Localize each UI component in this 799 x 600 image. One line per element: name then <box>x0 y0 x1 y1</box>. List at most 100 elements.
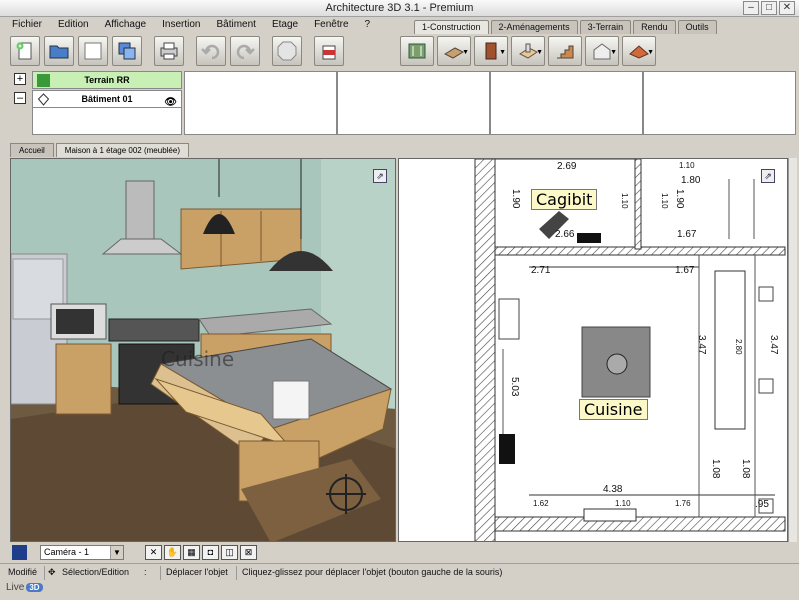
dimension-label: 2.66 <box>555 229 575 240</box>
window-title: Architecture 3D 3.1 - Premium <box>325 2 474 14</box>
building-icon <box>37 93 50 106</box>
collapse-batiment-button[interactable]: – <box>14 92 26 104</box>
wall-select-icon <box>408 43 426 59</box>
select-tool-button[interactable] <box>400 36 434 66</box>
tab-accueil[interactable]: Accueil <box>10 143 54 157</box>
status-bar: Modifié ✥ Sélection/Edition : Déplacer l… <box>0 563 799 581</box>
batiment-label: Bâtiment 01 <box>81 94 133 104</box>
split-view-button[interactable]: ◫ <box>221 545 238 560</box>
close-button[interactable]: ✕ <box>779 1 795 15</box>
room-label-cuisine[interactable]: Cuisine <box>579 399 648 420</box>
mode-tabs: 1-Construction 2-Aménagements 3-Terrain … <box>414 20 719 34</box>
menu-insertion[interactable]: Insertion <box>162 17 200 33</box>
grid-view-button[interactable]: ▦ <box>183 545 200 560</box>
dimension-label: 3.47 <box>768 335 779 355</box>
new-project-button[interactable] <box>10 36 40 66</box>
menu-bar: Fichier Edition Affichage Insertion Bâti… <box>0 17 400 33</box>
new-document-icon <box>16 42 32 60</box>
dropdown-arrow-icon: ▼ <box>462 49 469 56</box>
dropdown-arrow-icon: ▼ <box>499 49 506 56</box>
tab-amenagements[interactable]: 2-Aménagements <box>490 20 578 34</box>
paint-button[interactable] <box>314 36 344 66</box>
dimension-label: 1.90 <box>674 189 685 209</box>
level-name-batiment[interactable]: Bâtiment 01 👁 <box>32 90 182 108</box>
logo-text: Live <box>6 582 25 593</box>
menu-fichier[interactable]: Fichier <box>12 17 42 33</box>
door-tool-button[interactable]: ▼ <box>474 36 508 66</box>
room-tool-button[interactable]: ▼ <box>585 36 619 66</box>
window-tool-button[interactable]: ▼ <box>511 36 545 66</box>
menu-etage[interactable]: Etage <box>272 17 298 33</box>
status-colon: : <box>144 567 147 577</box>
dimension-label: 1.90 <box>510 189 521 209</box>
maximize-3d-view-button[interactable]: ⇗ <box>373 169 387 183</box>
dimension-label: 3.47 <box>696 335 707 355</box>
open-button[interactable] <box>44 36 74 66</box>
minimize-button[interactable]: – <box>743 1 759 15</box>
title-bar: Architecture 3D 3.1 - Premium – □ ✕ <box>0 0 799 17</box>
menu-edition[interactable]: Edition <box>58 17 89 33</box>
room-label-cagibit[interactable]: Cagibit <box>531 189 598 210</box>
tab-rendu[interactable]: Rendu <box>633 20 676 34</box>
dropdown-arrow-icon: ▼ <box>536 49 543 56</box>
menu-fenetre[interactable]: Fenêtre <box>314 17 348 33</box>
fullscreen-view-button[interactable]: ⊠ <box>240 545 257 560</box>
tab-project[interactable]: Maison à 1 étage 002 (meublée) <box>55 143 189 157</box>
tab-terrain[interactable]: 3-Terrain <box>579 20 632 34</box>
status-separator <box>160 566 161 580</box>
menu-affichage[interactable]: Affichage <box>105 17 147 33</box>
print-button[interactable] <box>154 36 184 66</box>
level-cell <box>184 71 337 135</box>
redo-button[interactable] <box>230 36 260 66</box>
stairs-tool-button[interactable] <box>548 36 582 66</box>
folder-icon <box>49 45 69 59</box>
level-row-batiment[interactable]: – Bâtiment 01 👁 <box>14 90 184 108</box>
wall-tool-button[interactable]: ▼ <box>437 36 471 66</box>
level-row-terrain[interactable]: + Terrain RR <box>14 71 184 89</box>
dimension-label: 1.10 <box>620 193 629 209</box>
status-separator <box>236 566 237 580</box>
dimension-label: 1.67 <box>677 229 697 240</box>
save-button[interactable] <box>78 36 108 66</box>
dimension-label: 1.10 <box>660 193 669 209</box>
dimension-label: 2.80 <box>734 339 743 355</box>
undo-button[interactable] <box>196 36 226 66</box>
stairs-icon <box>557 45 574 59</box>
status-hint: Cliquez-glissez pour déplacer l'objet (b… <box>242 567 503 577</box>
menu-help[interactable]: ? <box>365 17 371 33</box>
maximize-button[interactable]: □ <box>761 1 777 15</box>
save-as-button[interactable] <box>112 36 142 66</box>
dimension-label: 1.08 <box>710 459 721 479</box>
live-3d-logo: Live 3D <box>6 582 43 593</box>
grid-icon[interactable] <box>12 545 27 560</box>
level-grid <box>184 71 796 135</box>
paint-bucket-icon <box>322 45 336 60</box>
dimension-label: 1.10 <box>615 499 631 508</box>
plan-view[interactable]: Cagibit Cuisine 2.69 1.10 1.80 1.90 1.10… <box>398 158 788 542</box>
level-name-terrain[interactable]: Terrain RR <box>32 71 182 89</box>
floor-plan-drawing <box>474 159 786 541</box>
undo-icon <box>201 44 220 60</box>
delete-view-button[interactable]: ✕ <box>145 545 162 560</box>
dimension-label: 1.76 <box>675 499 691 508</box>
dimension-label: 1.62 <box>533 499 549 508</box>
tab-construction[interactable]: 1-Construction <box>414 20 489 34</box>
stop-button[interactable] <box>272 36 302 66</box>
blank-page-icon <box>84 42 102 60</box>
dimension-label: 5.03 <box>509 377 520 397</box>
hand-icon[interactable]: ✋ <box>164 545 181 560</box>
dimension-label: 1.80 <box>681 175 701 186</box>
roof-tool-button[interactable]: ▼ <box>622 36 656 66</box>
tab-outils[interactable]: Outils <box>677 20 717 34</box>
dimension-label: 2.69 <box>557 161 577 172</box>
room-ghost-label: Cuisine <box>161 347 235 371</box>
status-separator <box>44 566 45 580</box>
point-view-button[interactable]: ◘ <box>202 545 219 560</box>
expand-terrain-button[interactable]: + <box>14 73 26 85</box>
plan-scrollbar[interactable] <box>788 158 797 542</box>
status-selection: Sélection/Edition <box>62 567 130 577</box>
3d-view[interactable]: Cuisine ⇗ <box>10 158 396 542</box>
menu-batiment[interactable]: Bâtiment <box>216 17 255 33</box>
camera-select[interactable]: Caméra - 1 ▼ <box>40 545 124 560</box>
maximize-plan-view-button[interactable]: ⇗ <box>761 169 775 183</box>
